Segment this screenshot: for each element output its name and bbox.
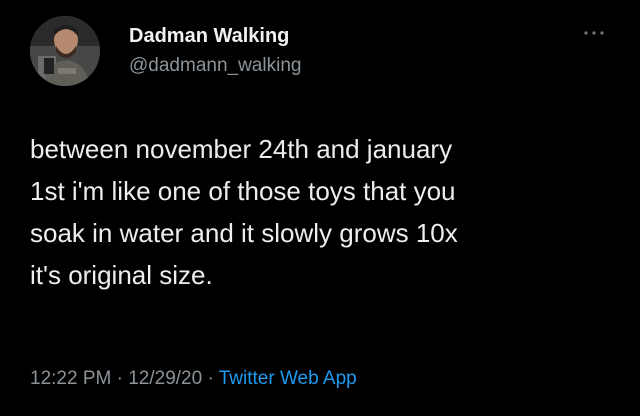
tweet-time[interactable]: 12:22 PM [30,368,111,389]
meta-separator: · [111,368,129,389]
avatar[interactable] [30,16,100,86]
more-options-icon[interactable] [582,28,606,38]
author-handle[interactable]: @dadmann_walking [129,55,301,77]
tweet-card: Dadman Walking @dadmann_walking between … [0,0,640,416]
meta-separator: · [202,368,219,389]
tweet-text-line: between november 24th and january [30,134,453,164]
avatar-image [30,16,100,86]
tweet-text: between november 24th and january 1st i'… [30,128,615,296]
tweet-text-line: it's original size. [30,260,213,290]
tweet-source-link[interactable]: Twitter Web App [219,368,357,389]
tweet-text-line: 1st i'm like one of those toys that you [30,176,456,206]
tweet-date[interactable]: 12/29/20 [128,368,202,389]
author-display-name[interactable]: Dadman Walking [129,25,289,48]
tweet-text-line: soak in water and it slowly grows 10x [30,218,458,248]
tweet-metadata: 12:22 PM · 12/29/20 · Twitter Web App [30,368,357,390]
